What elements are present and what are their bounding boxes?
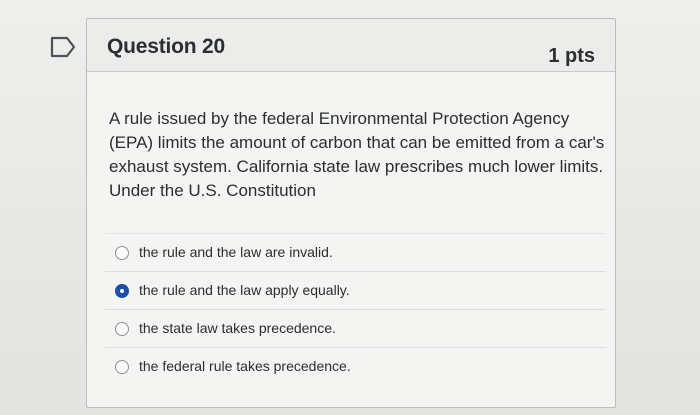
answer-option[interactable]: the federal rule takes precedence. [105, 347, 605, 385]
question-card: Question 20 1 pts A rule issued by the f… [86, 18, 616, 408]
answer-option[interactable]: the rule and the law apply equally. [105, 271, 605, 309]
answer-option[interactable]: the rule and the law are invalid. [105, 233, 605, 271]
answer-label: the state law takes precedence. [139, 320, 336, 336]
question-points: 1 pts [548, 45, 595, 67]
question-text: A rule issued by the federal Environment… [109, 109, 605, 200]
radio-button[interactable] [115, 322, 129, 336]
radio-button[interactable] [115, 360, 129, 374]
radio-button[interactable] [115, 246, 129, 260]
answer-option[interactable]: the state law takes precedence. [105, 309, 605, 347]
radio-button[interactable] [115, 284, 129, 298]
answer-label: the rule and the law apply equally. [139, 282, 350, 298]
answer-list: the rule and the law are invalid. the ru… [105, 233, 605, 385]
answer-label: the rule and the law are invalid. [139, 244, 333, 260]
answer-label: the federal rule takes precedence. [139, 358, 351, 374]
question-title: Question 20 [107, 35, 225, 58]
question-header: Question 20 1 pts [87, 19, 615, 72]
bookmark-flag-icon[interactable] [50, 36, 76, 58]
